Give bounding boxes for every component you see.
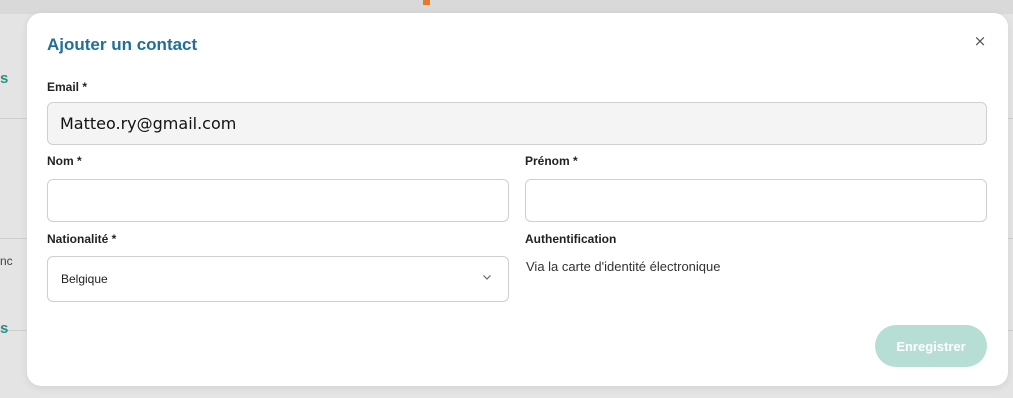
- nationalite-select[interactable]: Belgique: [47, 256, 509, 302]
- background-text-fragment: s: [0, 70, 9, 87]
- nationalite-selected-value: Belgique: [61, 272, 108, 286]
- email-field[interactable]: [47, 102, 987, 145]
- nom-field[interactable]: [47, 179, 509, 222]
- background-text-fragment: s: [0, 320, 9, 337]
- close-icon[interactable]: ×: [972, 33, 988, 49]
- nationalite-label: Nationalité *: [47, 232, 117, 246]
- save-button[interactable]: Enregistrer: [875, 325, 987, 367]
- background-accent-mark: [423, 0, 430, 5]
- email-label: Email *: [47, 80, 88, 94]
- add-contact-dialog: Ajouter un contact × Email * Nom * Préno…: [27, 13, 1008, 386]
- nom-label: Nom *: [47, 154, 82, 168]
- background-top-bar: [0, 0, 1013, 14]
- authentification-label: Authentification: [525, 232, 617, 246]
- prenom-field[interactable]: [525, 179, 987, 222]
- authentification-text: Via la carte d'identité électronique: [526, 259, 721, 274]
- dialog-title: Ajouter un contact: [47, 35, 198, 54]
- chevron-down-icon: [483, 275, 491, 280]
- prenom-label: Prénom *: [525, 154, 578, 168]
- background-text-fragment: nc: [0, 254, 13, 268]
